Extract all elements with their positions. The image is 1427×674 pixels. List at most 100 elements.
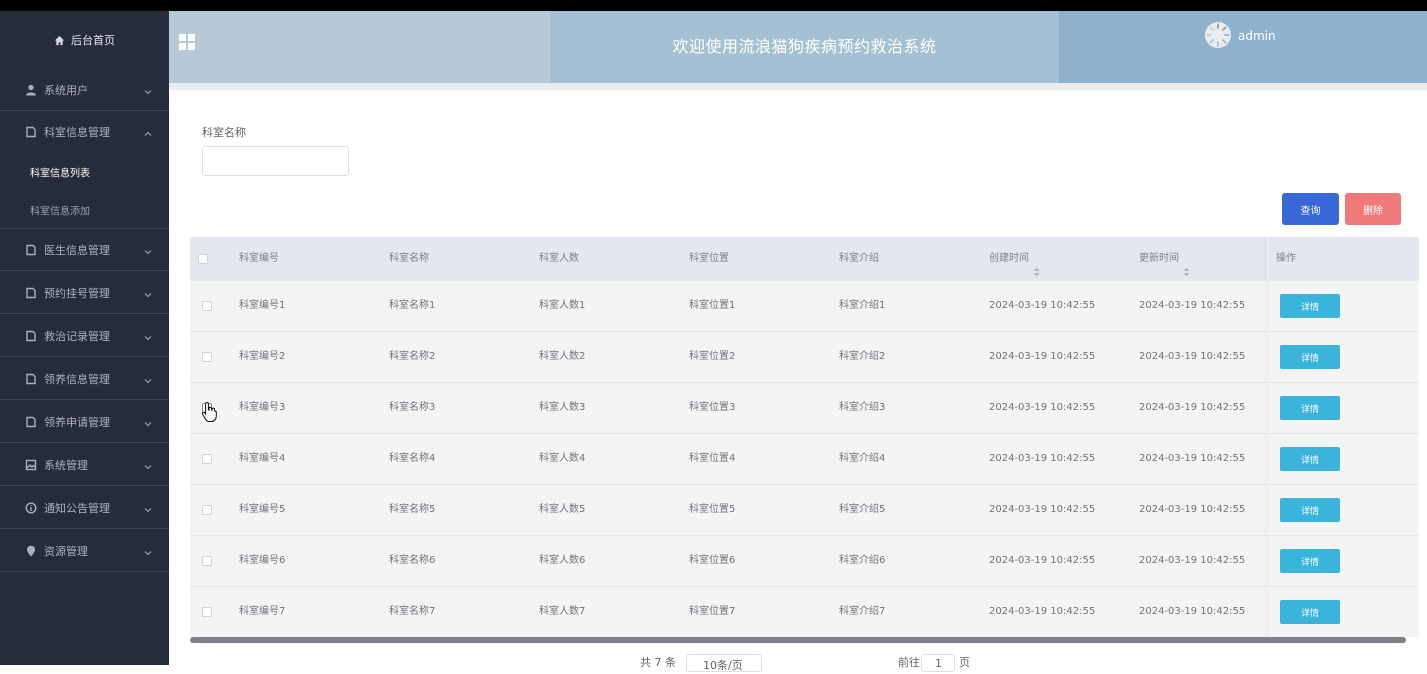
department-name-input[interactable] xyxy=(202,146,349,176)
table-row: 科室编号3 科室名称3 科室人数3 科室位置3 科室介绍3 2024-03-19… xyxy=(190,383,1419,434)
cell-count: 科室人数2 xyxy=(539,351,586,362)
cell-location: 科室位置3 xyxy=(689,402,736,413)
header-divider xyxy=(169,83,1427,90)
cell-code: 科室编号1 xyxy=(239,300,286,311)
cell-created: 2024-03-19 10:42:55 xyxy=(989,402,1096,413)
sidebar-item-doctor[interactable]: 医生信息管理 xyxy=(0,229,169,271)
detail-button[interactable]: 详情 xyxy=(1280,345,1340,369)
chevron-down-icon xyxy=(144,547,152,555)
sidebar-item-resource[interactable]: 资源管理 xyxy=(0,530,169,572)
detail-button[interactable]: 详情 xyxy=(1280,549,1340,573)
table-header: 科室编号 科室名称 科室人数 科室位置 科室介绍 创建时间 更新时间 操作 xyxy=(190,237,1419,281)
sidebar-item-appointment[interactable]: 预约挂号管理 xyxy=(0,272,169,314)
cell-updated: 2024-03-19 10:42:55 xyxy=(1139,606,1246,617)
sidebar-item-adoption-apply[interactable]: 领养申请管理 xyxy=(0,401,169,443)
sidebar-item-system[interactable]: 系统管理 xyxy=(0,444,169,486)
sort-icon[interactable] xyxy=(1183,253,1190,277)
detail-button[interactable]: 详情 xyxy=(1280,447,1340,471)
cell-intro: 科室介绍2 xyxy=(839,351,886,362)
hand-cursor-icon xyxy=(201,401,219,423)
sidebar-item-adoption-info[interactable]: 领养信息管理 xyxy=(0,358,169,400)
row-checkbox[interactable] xyxy=(202,556,212,566)
detail-button[interactable]: 详情 xyxy=(1280,294,1340,318)
cell-location: 科室位置2 xyxy=(689,351,736,362)
header-right-panel xyxy=(1059,11,1427,83)
sidebar-item-label: 救治记录管理 xyxy=(44,329,110,343)
cell-intro: 科室介绍6 xyxy=(839,555,886,566)
home-icon xyxy=(54,35,65,45)
sidebar-item-label: 医生信息管理 xyxy=(44,243,110,257)
cell-location: 科室位置7 xyxy=(689,606,736,617)
detail-button[interactable]: 详情 xyxy=(1280,600,1340,624)
chevron-down-icon xyxy=(144,375,152,383)
select-all-checkbox[interactable] xyxy=(198,254,208,264)
detail-button[interactable]: 详情 xyxy=(1280,498,1340,522)
cell-updated: 2024-03-19 10:42:55 xyxy=(1139,402,1246,413)
sidebar-item-label: 通知公告管理 xyxy=(44,501,110,515)
chevron-down-icon xyxy=(144,332,152,340)
pagination-goto-label: 前往 xyxy=(898,656,920,669)
page-title: 欢迎使用流浪猫狗疾病预约救治系统 xyxy=(672,37,937,56)
sidebar-item-users[interactable]: 系统用户 xyxy=(0,69,169,111)
user-icon xyxy=(25,84,37,96)
chevron-down-icon xyxy=(144,461,152,469)
column-header-count: 科室人数 xyxy=(539,253,579,264)
table-row: 科室编号4 科室名称4 科室人数4 科室位置4 科室介绍4 2024-03-19… xyxy=(190,434,1419,485)
sidebar-subitem-department-list[interactable]: 科室信息列表 xyxy=(0,153,169,191)
sidebar-item-department[interactable]: 科室信息管理 xyxy=(0,111,169,153)
document-icon xyxy=(25,287,37,299)
sidebar-item-label: 系统管理 xyxy=(44,458,88,472)
pagination: 共 7 条 10条/页 前往 1 页 xyxy=(640,654,1040,674)
row-checkbox[interactable] xyxy=(202,454,212,464)
sort-icon[interactable] xyxy=(1033,253,1040,277)
sidebar-item-treatment[interactable]: 救治记录管理 xyxy=(0,315,169,357)
cell-name: 科室名称2 xyxy=(389,351,436,362)
document-icon xyxy=(25,416,37,428)
cell-updated: 2024-03-19 10:42:55 xyxy=(1139,300,1246,311)
column-header-updated-label: 更新时间 xyxy=(1139,253,1179,264)
avatar[interactable] xyxy=(1204,21,1232,49)
grid-menu-icon[interactable] xyxy=(179,34,195,50)
cell-code: 科室编号2 xyxy=(239,351,286,362)
cell-updated: 2024-03-19 10:42:55 xyxy=(1139,351,1246,362)
cell-count: 科室人数4 xyxy=(539,453,586,464)
horizontal-scrollbar[interactable] xyxy=(190,637,1406,643)
table-row: 科室编号7 科室名称7 科室人数7 科室位置7 科室介绍7 2024-03-19… xyxy=(190,587,1419,637)
row-checkbox[interactable] xyxy=(202,607,212,617)
sidebar-subitem-department-add[interactable]: 科室信息添加 xyxy=(0,191,169,229)
sidebar-home[interactable]: 后台首页 xyxy=(0,11,169,69)
cell-location: 科室位置4 xyxy=(689,453,736,464)
column-header-intro: 科室介绍 xyxy=(839,253,879,264)
row-checkbox[interactable] xyxy=(202,301,212,311)
table-row: 科室编号6 科室名称6 科室人数6 科室位置6 科室介绍6 2024-03-19… xyxy=(190,536,1419,587)
delete-button[interactable]: 删除 xyxy=(1345,193,1401,225)
detail-button[interactable]: 详情 xyxy=(1280,396,1340,420)
row-checkbox[interactable] xyxy=(202,352,212,362)
table-row: 科室编号5 科室名称5 科室人数5 科室位置5 科室介绍5 2024-03-19… xyxy=(190,485,1419,536)
chevron-down-icon xyxy=(144,86,152,94)
username[interactable]: admin xyxy=(1238,29,1276,43)
cell-intro: 科室介绍3 xyxy=(839,402,886,413)
sidebar-item-label: 领养信息管理 xyxy=(44,372,110,386)
column-header-created[interactable]: 创建时间 xyxy=(989,237,1040,281)
sidebar-item-notice[interactable]: 通知公告管理 xyxy=(0,487,169,529)
cell-count: 科室人数3 xyxy=(539,402,586,413)
sidebar-subitem-label: 科室信息添加 xyxy=(30,206,90,217)
document-icon xyxy=(25,126,37,138)
page-size-select[interactable]: 10条/页 xyxy=(686,654,762,672)
column-header-updated[interactable]: 更新时间 xyxy=(1139,237,1190,281)
pagination-goto-suffix: 页 xyxy=(959,656,970,669)
row-checkbox[interactable] xyxy=(202,505,212,515)
table-row: 科室编号1 科室名称1 科室人数1 科室位置1 科室介绍1 2024-03-19… xyxy=(190,281,1419,332)
document-icon xyxy=(25,244,37,256)
sidebar-item-label: 预约挂号管理 xyxy=(44,286,110,300)
sidebar-subitem-label: 科室信息列表 xyxy=(30,168,90,180)
goto-page-value: 1 xyxy=(935,657,942,670)
cell-updated: 2024-03-19 10:42:55 xyxy=(1139,453,1246,464)
sidebar-item-label: 科室信息管理 xyxy=(44,126,110,139)
chevron-up-icon xyxy=(144,128,152,136)
department-table: 科室编号 科室名称 科室人数 科室位置 科室介绍 创建时间 更新时间 操作 科室… xyxy=(190,237,1419,637)
document-icon xyxy=(25,373,37,385)
query-button[interactable]: 查询 xyxy=(1282,193,1339,225)
goto-page-input[interactable]: 1 xyxy=(921,654,955,672)
